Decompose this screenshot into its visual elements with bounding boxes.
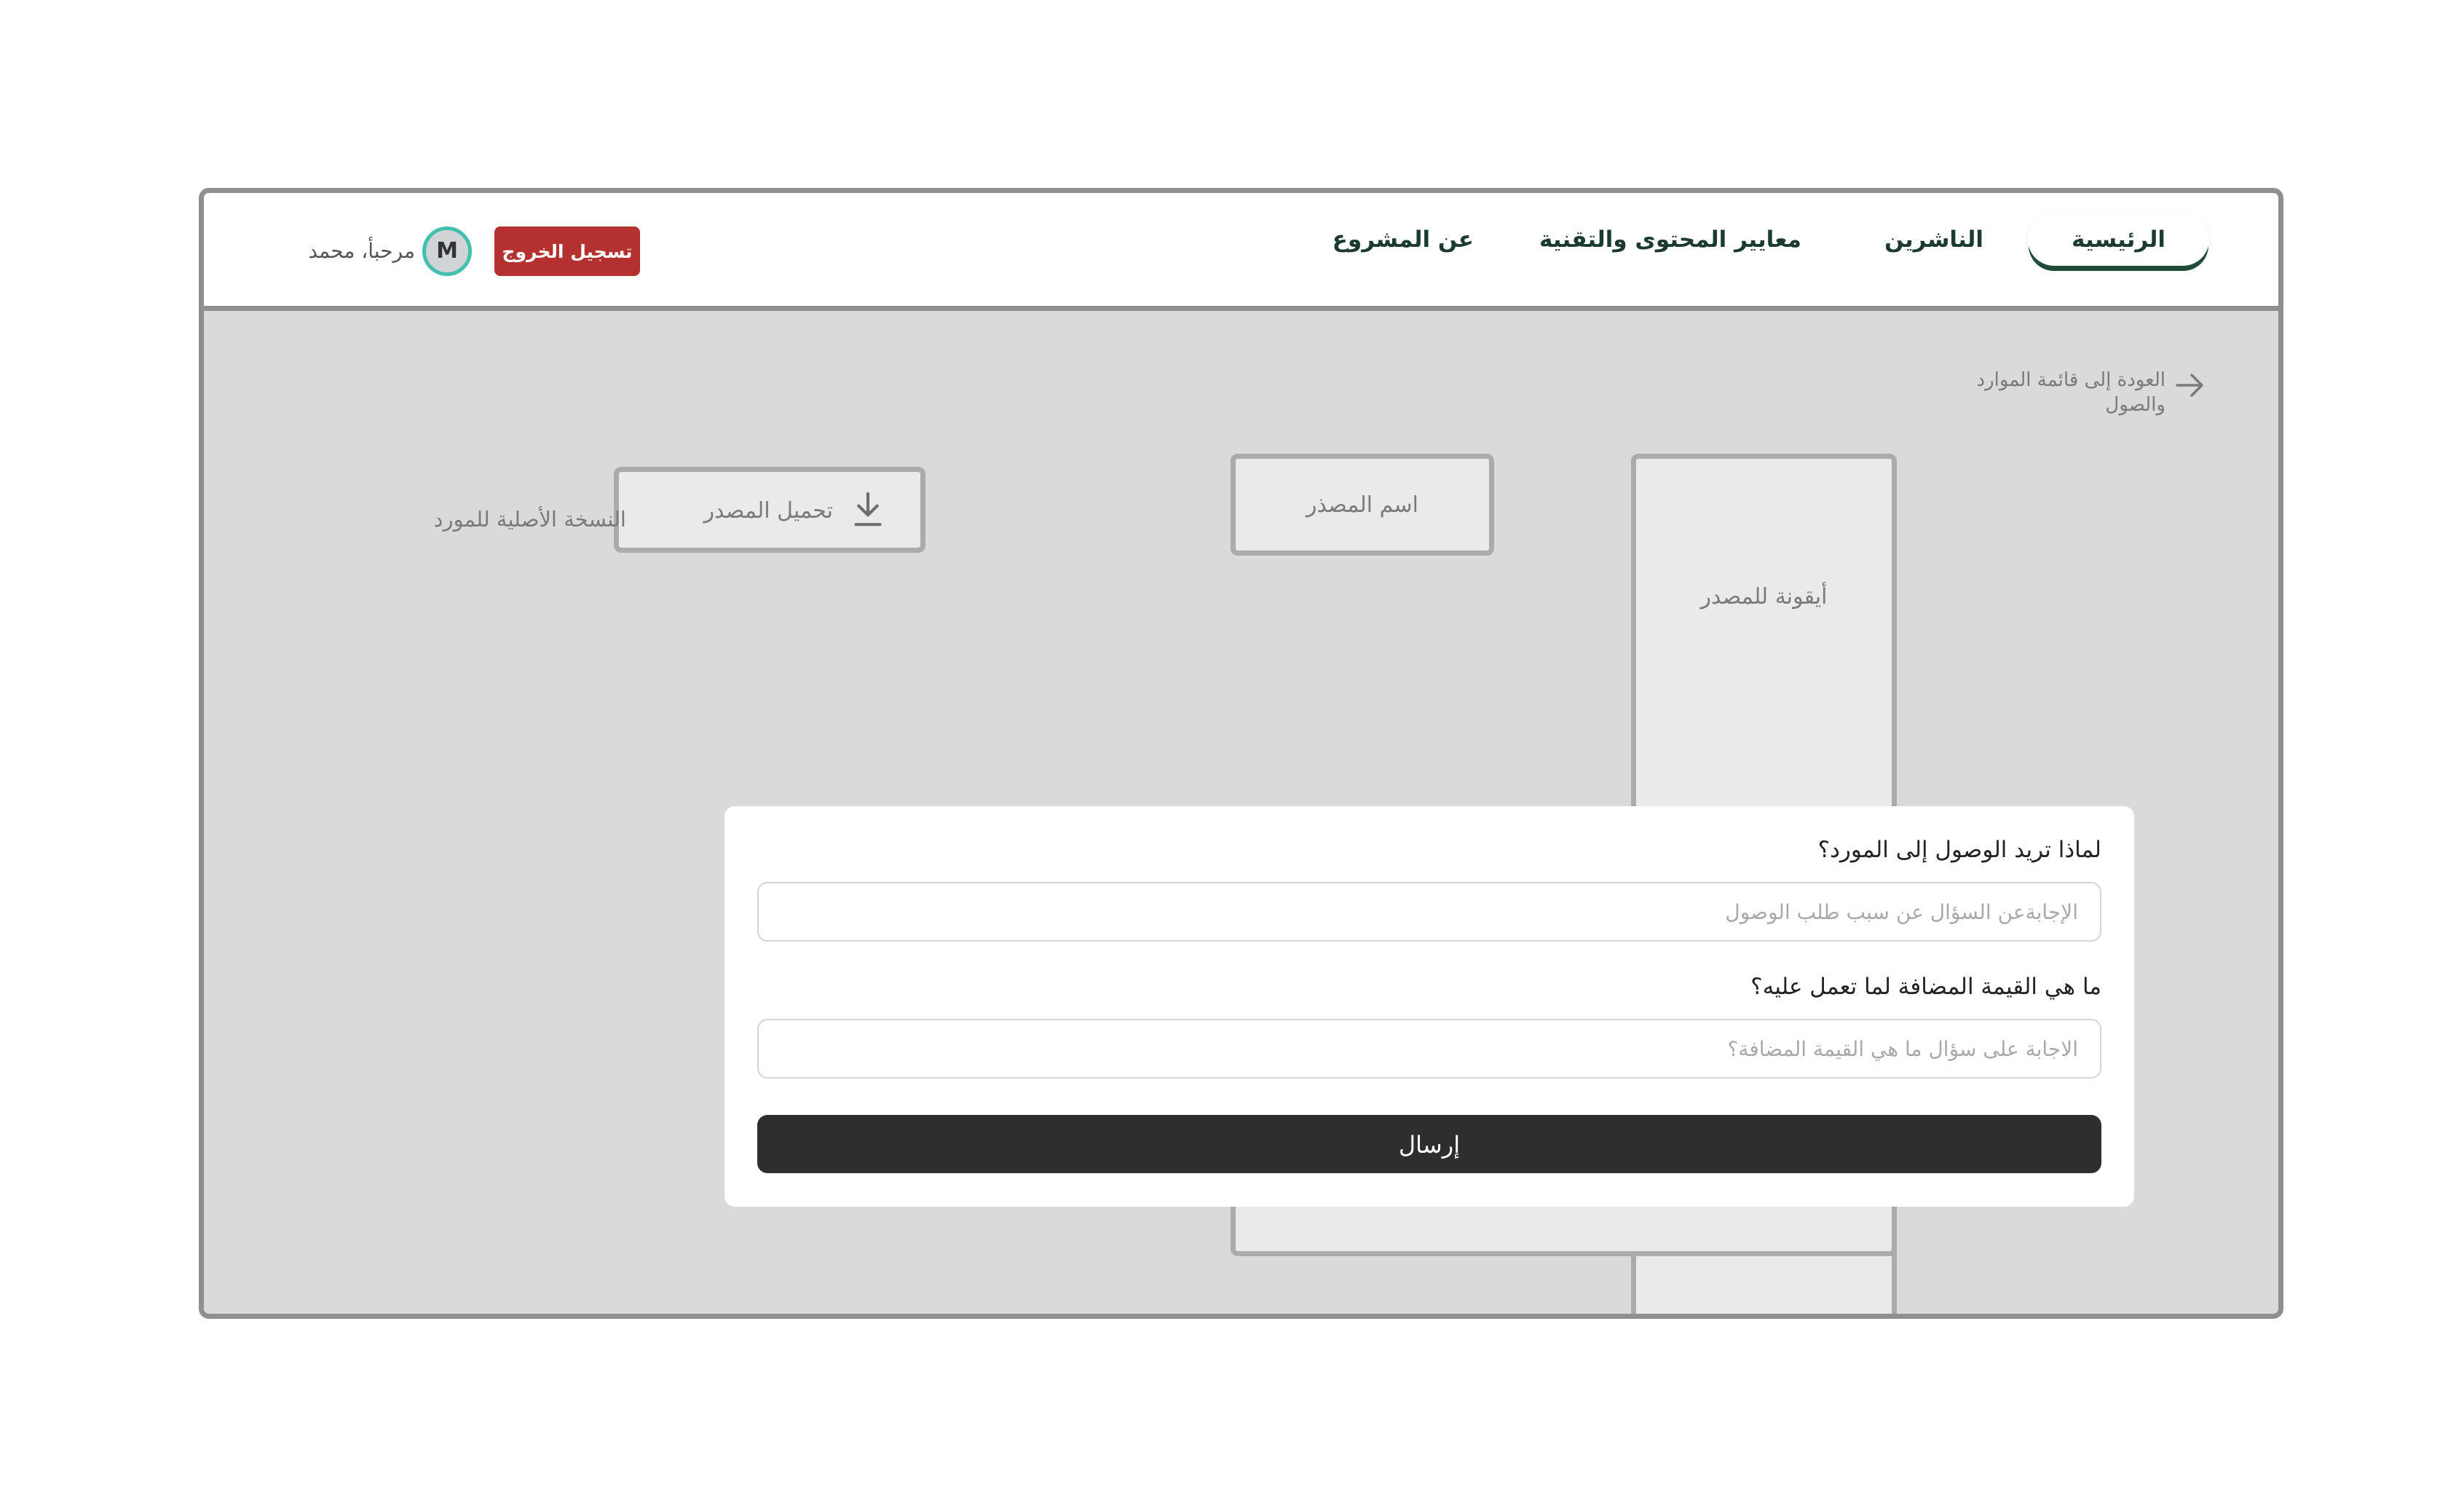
source-name-label: اسم المصذر <box>1306 492 1419 518</box>
nav-item-about[interactable]: عن المشروع <box>1332 213 1474 266</box>
nav-item-publishers[interactable]: الناشرين <box>1884 213 1983 266</box>
top-navbar: الرئيسية الناشرين معايير المحتوى والتقني… <box>204 193 2278 311</box>
question-1-label: لماذا تريد الوصول إلى المورد؟ <box>1817 837 2101 863</box>
question-2-label: ما هي القيمة المضافة لما تعمل عليه؟ <box>1750 974 2101 1000</box>
app-window: الرئيسية الناشرين معايير المحتوى والتقني… <box>199 188 2283 1319</box>
submit-button[interactable]: إرسال <box>757 1115 2101 1173</box>
avatar[interactable]: M <box>422 226 472 276</box>
question-1-input[interactable] <box>757 882 2101 942</box>
nav-item-home[interactable]: الرئيسية <box>2028 213 2209 266</box>
source-name-box: اسم المصذر <box>1231 454 1494 556</box>
arrow-right-icon <box>2176 374 2203 397</box>
download-source-button[interactable]: تحميل المصدر <box>614 467 925 553</box>
question-2-input[interactable] <box>757 1019 2101 1079</box>
download-icon <box>854 492 882 527</box>
source-icon-label: أيقونة للمصدر <box>1700 584 1828 610</box>
access-request-modal: لماذا تريد الوصول إلى المورد؟ ما هي القي… <box>724 806 2134 1207</box>
download-source-label: تحميل المصدر <box>703 498 833 524</box>
greeting-text: مرحبأ، محمد <box>308 239 415 263</box>
nav-item-standards[interactable]: معايير المحتوى والتقنية <box>1539 213 1801 266</box>
back-link-label: العودة إلى قائمة الموارد والصول <box>1976 369 2165 416</box>
back-to-resources-link[interactable]: العودة إلى قائمة الموارد والصول <box>1944 368 2206 426</box>
logout-button[interactable]: تسجيل الخروج <box>494 226 640 276</box>
original-copy-label: النسخة الأصلية للمورد <box>433 507 626 532</box>
